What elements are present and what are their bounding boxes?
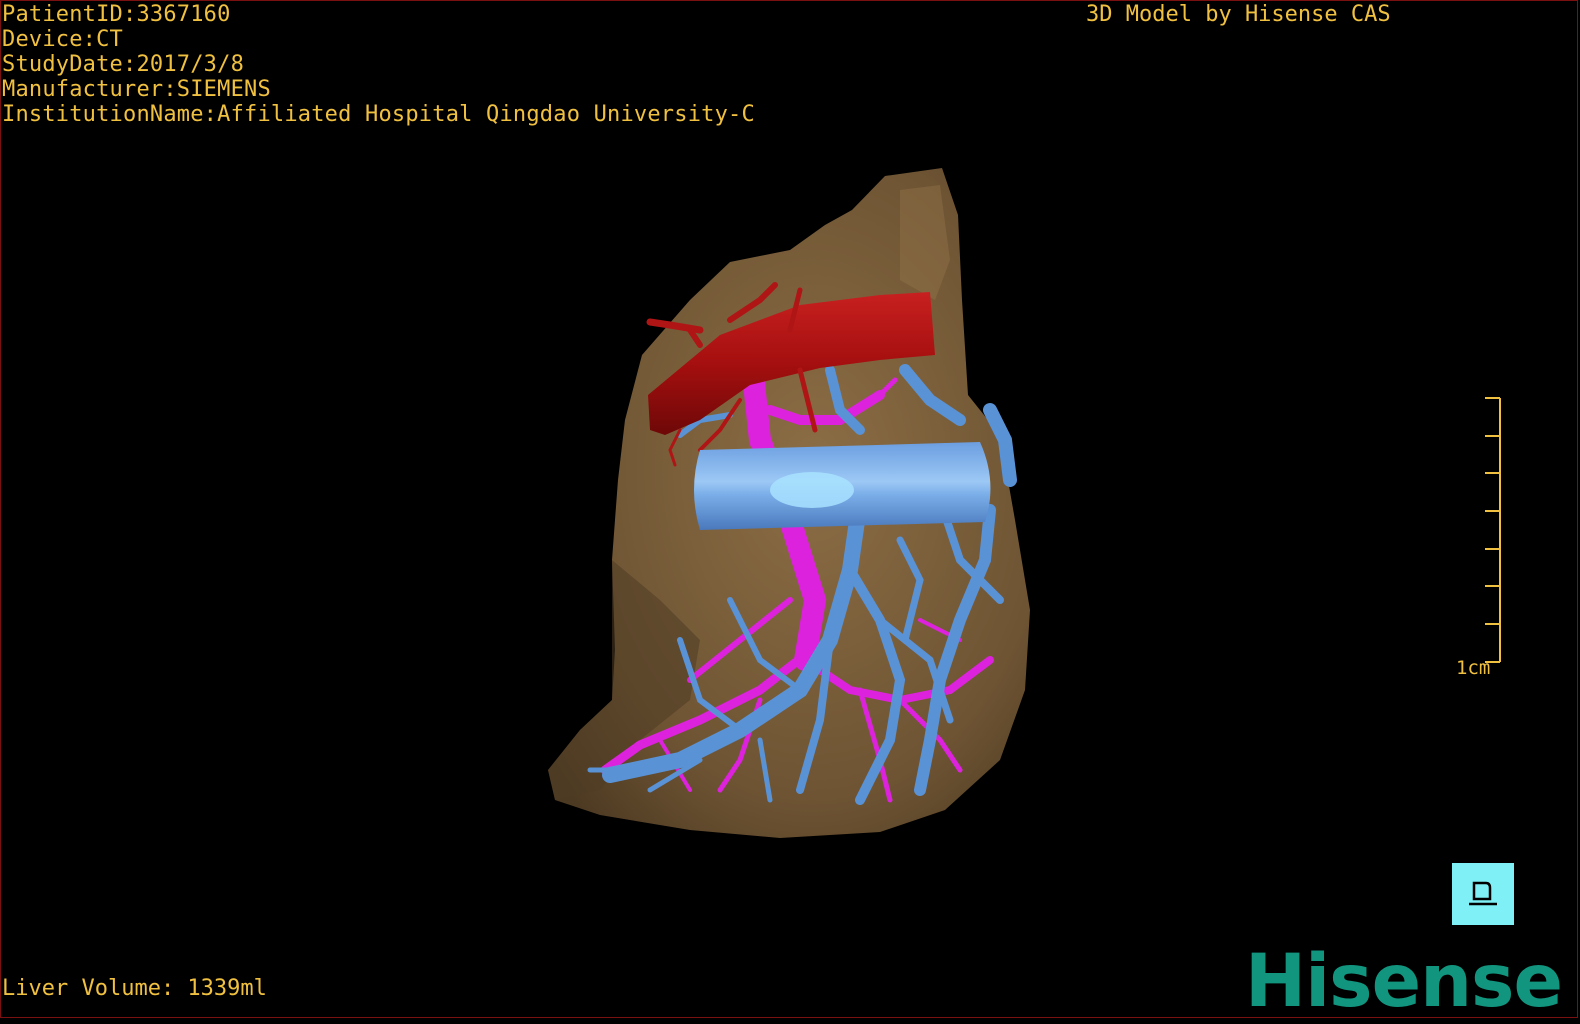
scale-bar-label: 1cm — [1456, 657, 1491, 679]
scale-bar — [1485, 397, 1501, 663]
study-info: PatientID:3367160 Device:CT StudyDate:20… — [2, 2, 755, 127]
hisense-logo: Hisense — [1245, 939, 1563, 1024]
orientation-button[interactable] — [1452, 863, 1514, 925]
model-credit: 3D Model by Hisense CAS — [1086, 2, 1391, 27]
device: Device:CT — [2, 27, 124, 52]
3d-viewport[interactable] — [0, 0, 1580, 1020]
patient-id: PatientID:3367160 — [2, 2, 231, 27]
study-date: StudyDate:2017/3/8 — [2, 52, 245, 77]
manufacturer: Manufacturer:SIEMENS — [2, 77, 271, 102]
institution-name: InstitutionName:Affiliated Hospital Qing… — [2, 102, 755, 127]
orientation-cube-icon — [1469, 881, 1497, 906]
inferior-vena-cava — [694, 442, 991, 530]
liver-volume: Liver Volume: 1339ml — [2, 976, 267, 1001]
